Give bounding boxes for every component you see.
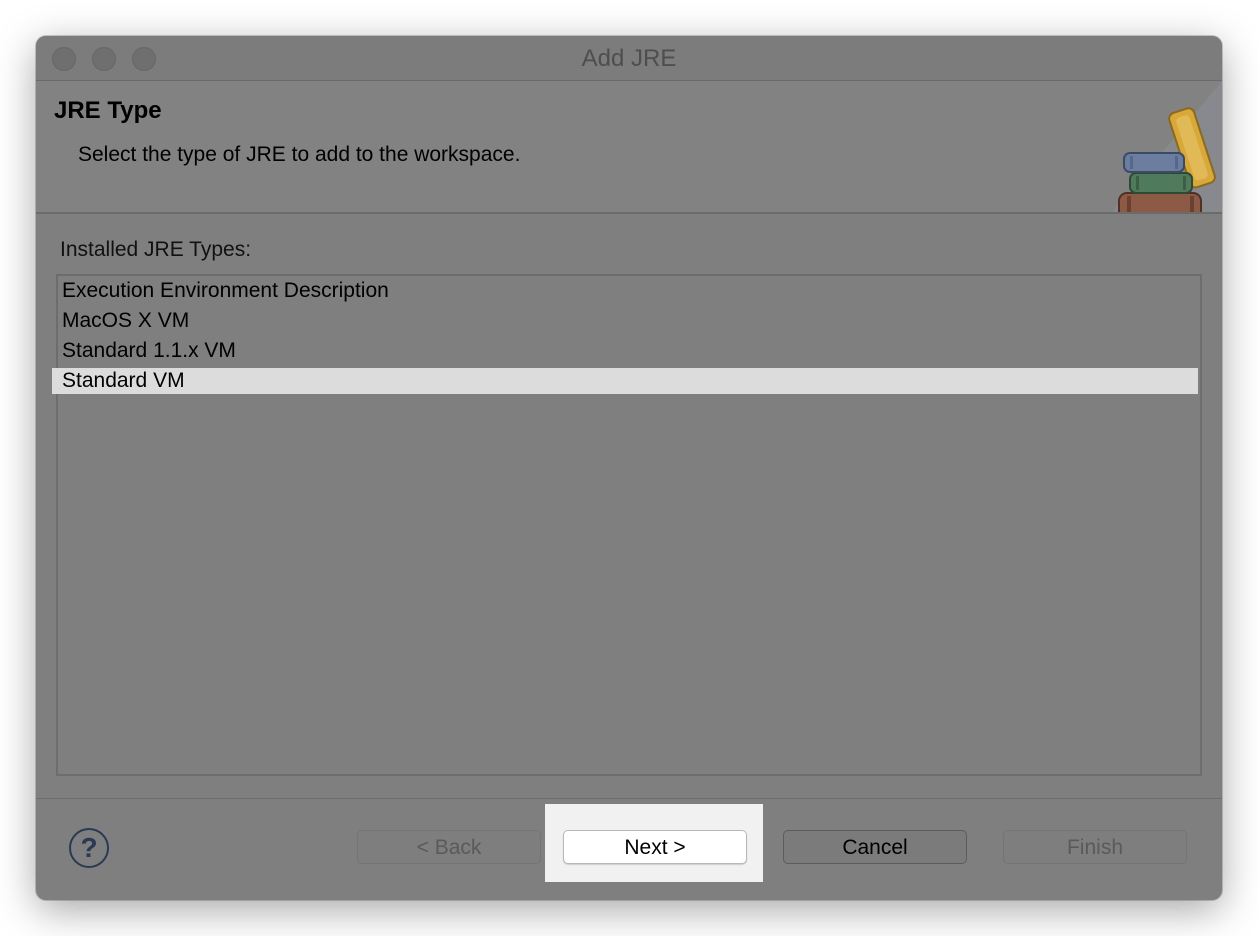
list-item-selected[interactable]: Standard VM [52,368,1198,394]
page-title: JRE Type [54,97,162,124]
finish-button[interactable]: Finish [1003,830,1187,864]
help-icon[interactable]: ? [69,828,109,868]
add-jre-dialog: Add JRE JRE Type Select the type of JRE … [36,36,1222,900]
jre-books-icon [1072,81,1222,222]
installed-jre-types-label: Installed JRE Types: [60,238,252,261]
back-button[interactable]: < Back [357,830,541,864]
jre-type-list[interactable]: Execution Environment Description MacOS … [52,274,1202,776]
list-item[interactable]: Standard 1.1.x VM [62,336,236,366]
list-item[interactable]: MacOS X VM [62,306,189,336]
cancel-button[interactable]: Cancel [783,830,967,864]
title-bar[interactable]: Add JRE [36,36,1222,81]
next-button[interactable]: Next > [563,830,747,864]
page-description: Select the type of JRE to add to the wor… [78,143,521,166]
list-item[interactable]: Execution Environment Description [62,276,389,306]
button-bar-divider [36,798,1222,799]
next-button-highlight: Next > [545,804,763,882]
wizard-banner: JRE Type Select the type of JRE to add t… [36,81,1222,222]
window-title: Add JRE [581,45,677,72]
